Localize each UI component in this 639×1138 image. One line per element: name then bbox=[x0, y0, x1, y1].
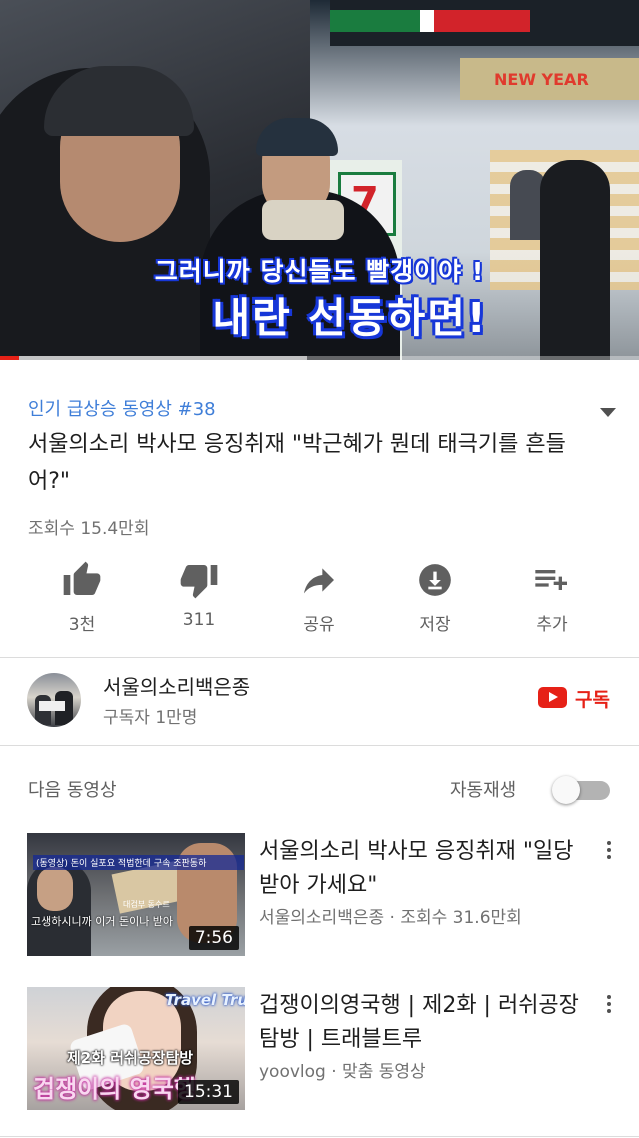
list-item[interactable]: (동영상) 돈이 실포요 적법한데 구속 조판동하 대검부 동수르 고생하시니까… bbox=[0, 833, 639, 958]
trending-label[interactable]: 인기 급상승 동영상 #38 bbox=[28, 395, 216, 421]
person-scarf bbox=[262, 200, 344, 240]
divider bbox=[0, 1136, 639, 1137]
subscribe-label: 구독 bbox=[575, 689, 610, 711]
expand-description-icon[interactable] bbox=[600, 408, 616, 417]
thumbnail-caption: 고생하시니까 이거 돈이나 받아 bbox=[31, 915, 174, 928]
more-options-icon[interactable] bbox=[602, 995, 616, 1021]
video-duration: 15:31 bbox=[178, 1080, 239, 1104]
video-buffer-bar bbox=[0, 356, 307, 360]
dislike-button[interactable]: 311 bbox=[144, 560, 254, 640]
autoplay-toggle[interactable] bbox=[552, 776, 610, 804]
video-title[interactable]: 서울의소리 박사모 응징취재 "박근혜가 뭔데 태극기를 흔들어?" bbox=[28, 426, 593, 500]
thumbs-up-icon bbox=[63, 561, 101, 595]
video-subtitle-line2: 내란 선동하면! bbox=[212, 294, 488, 342]
youtube-logo-icon bbox=[538, 687, 567, 708]
thumbnail-caption: Travel True bbox=[165, 991, 245, 1009]
video-duration: 7:56 bbox=[188, 926, 239, 950]
video-progress-fill bbox=[0, 356, 20, 360]
list-item[interactable]: Travel True 제2화 러쉬공장탐방 겁쟁이의 영국행 15:31 겁쟁… bbox=[0, 987, 639, 1112]
video-meta: yoovlog · 맞춤 동영상 bbox=[259, 1062, 426, 1082]
video-subtitle-line1: 그러니까 당신들도 빨갱이야 ! bbox=[154, 257, 485, 286]
video-thumbnail[interactable]: (동영상) 돈이 실포요 적법한데 구속 조판동하 대검부 동수르 고생하시니까… bbox=[27, 833, 245, 956]
channel-name[interactable]: 서울의소리백은종 bbox=[103, 671, 250, 700]
save-label: 저장 bbox=[419, 615, 451, 635]
subscriber-count: 구독자 1만명 bbox=[103, 708, 198, 728]
like-count: 3천 bbox=[68, 615, 96, 635]
like-button[interactable]: 3천 bbox=[27, 560, 137, 640]
autoplay-label: 자동재생 bbox=[450, 780, 517, 801]
add-label: 추가 bbox=[536, 615, 568, 635]
toggle-knob bbox=[552, 776, 580, 804]
action-bar: 3천 311 공유 저장 추가 bbox=[0, 560, 639, 640]
view-count: 조회수 15.4만회 bbox=[28, 519, 150, 539]
store-banner: NEW YEAR bbox=[460, 58, 639, 100]
up-next-heading: 다음 동영상 bbox=[28, 780, 117, 801]
divider bbox=[0, 745, 639, 746]
thumbnail-caption: (동영상) 돈이 실포요 적법한데 구속 조판동하 bbox=[33, 855, 244, 870]
video-progress-bar[interactable] bbox=[0, 356, 639, 360]
thumbs-down-icon bbox=[180, 565, 218, 599]
store-sign-stripe bbox=[330, 10, 530, 32]
save-offline-button[interactable]: 저장 bbox=[380, 560, 490, 640]
video-meta: 서울의소리백은종 · 조회수 31.6만회 bbox=[259, 908, 522, 928]
thumbnail-caption: 제2화 러쉬공장탐방 bbox=[67, 1049, 194, 1067]
divider bbox=[0, 657, 639, 658]
video-title[interactable]: 서울의소리 박사모 응징취재 "일당 받아 가세요" bbox=[259, 835, 594, 903]
share-button[interactable]: 공유 bbox=[264, 560, 374, 640]
add-to-playlist-button[interactable]: 추가 bbox=[497, 560, 607, 640]
thumbnail-caption: 겁쟁이의 영국행 bbox=[33, 1075, 196, 1103]
share-icon bbox=[304, 568, 334, 594]
video-title[interactable]: 겁쟁이의영국행 | 제2화 | 러쉬공장탐방 | 트래블트루 bbox=[259, 989, 594, 1057]
more-options-icon[interactable] bbox=[602, 841, 616, 867]
video-player[interactable]: NEW YEAR 7 그러니까 당신들도 빨갱이야 ! 내란 선동하면! bbox=[0, 0, 639, 360]
add-to-playlist-icon bbox=[535, 570, 567, 590]
thumbnail-caption: 대검부 동수르 bbox=[123, 900, 170, 909]
share-label: 공유 bbox=[303, 615, 335, 635]
channel-avatar[interactable] bbox=[27, 673, 81, 727]
download-icon bbox=[419, 564, 451, 596]
dislike-count: 311 bbox=[182, 610, 216, 630]
video-thumbnail[interactable]: Travel True 제2화 러쉬공장탐방 겁쟁이의 영국행 15:31 bbox=[27, 987, 245, 1110]
